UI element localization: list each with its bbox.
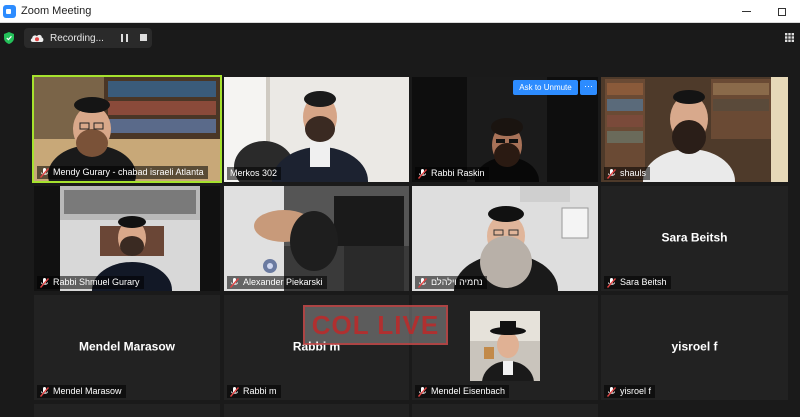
meeting-top-bar: Recording... [0,23,800,51]
video-tile-nechemia-wilhelm[interactable]: נחמיה וילהלם [412,186,598,291]
video-tile-alexander-piekarski[interactable]: Alexander Piekarski [224,186,409,291]
muted-mic-icon [607,277,616,288]
pause-recording-button[interactable] [121,34,128,42]
video-tile-rabbi-shmuel-gurary[interactable]: Rabbi Shmuel Gurary [34,186,220,291]
participant-name: yisroel f [620,386,652,396]
recording-indicator: Recording... [24,28,152,48]
participant-name-tag: Rabbi Shmuel Gurary [37,276,144,289]
video-tile-partial [412,404,598,417]
video-tile-shauls[interactable]: shauls [601,77,788,182]
window-title: Zoom Meeting [21,5,92,17]
participant-name: Mendy Gurary - chabad israeli Atlanta [53,167,204,177]
participant-name-tag: Rabbi Raskin [415,167,489,180]
muted-mic-icon [230,277,239,288]
participant-name-tag: Rabbi m [227,385,281,398]
profile-picture [470,311,540,381]
zoom-app-icon [3,4,16,18]
muted-mic-icon [607,168,616,179]
participant-name-tag: Alexander Piekarski [227,276,327,289]
muted-mic-icon [40,386,49,397]
video-tile-partial [224,404,409,417]
participant-name: Mendel Eisenbach [431,386,506,396]
muted-mic-icon [418,386,427,397]
muted-mic-icon [607,386,616,397]
ask-to-unmute-button[interactable]: Ask to Unmute [513,80,578,95]
maximize-button[interactable] [764,0,800,23]
participant-name-tag: shauls [604,167,651,180]
participant-name: Rabbi m [243,386,277,396]
participant-name-tag: נחמיה וילהלם [415,276,487,289]
muted-mic-icon [418,277,427,288]
participant-display-name: yisroel f [671,339,718,354]
video-tile-yisroel-f[interactable]: yisroel f yisroel f [601,295,788,400]
participant-name-tag: Sara Beitsh [604,276,671,289]
shield-icon[interactable] [4,32,14,44]
stop-recording-button[interactable] [140,34,147,41]
participant-name: Sara Beitsh [620,277,667,287]
video-tile-partial [34,404,220,417]
muted-mic-icon [418,168,427,179]
participant-name: Mendel Marasow [53,386,122,396]
muted-mic-icon [40,167,49,178]
participant-name: Merkos 302 [230,168,278,178]
collive-watermark: COL LIVE [303,305,448,345]
title-bar: Zoom Meeting [0,0,800,23]
recording-label: Recording... [50,32,104,44]
participant-display-name: Sara Beitsh [661,230,728,245]
cloud-record-icon [30,34,44,42]
participant-display-name: Mendel Marasow [78,339,176,354]
video-tile-merkos-302[interactable]: Merkos 302 [224,77,409,182]
gallery-view-icon[interactable] [785,33,794,42]
maximize-icon [778,7,786,16]
participant-name: shauls [620,168,647,178]
participant-name: Alexander Piekarski [243,277,323,287]
muted-mic-icon [40,277,49,288]
participant-name-tag: Mendy Gurary - chabad israeli Atlanta [37,166,208,179]
video-tile-mendy-gurary[interactable]: Mendy Gurary - chabad israeli Atlanta [32,75,222,183]
participant-name-tag: yisroel f [604,385,656,398]
video-tile-sara-beitsh[interactable]: Sara Beitsh Sara Beitsh [601,186,788,291]
window-controls [728,0,800,23]
minimize-icon [741,11,751,12]
watermark-text: COL LIVE [311,309,440,340]
participant-name: נחמיה וילהלם [431,277,483,287]
participant-name: Rabbi Shmuel Gurary [53,277,140,287]
participant-name-tag: Mendel Eisenbach [415,385,510,398]
participant-name-tag: Merkos 302 [227,167,282,180]
video-tile-mendel-marasow[interactable]: Mendel Marasow Mendel Marasow [34,295,220,400]
participant-name: Rabbi Raskin [431,168,485,178]
participant-name-tag: Mendel Marasow [37,385,126,398]
minimize-button[interactable] [728,0,764,23]
muted-mic-icon [230,386,239,397]
more-options-button[interactable]: ··· [580,80,597,95]
